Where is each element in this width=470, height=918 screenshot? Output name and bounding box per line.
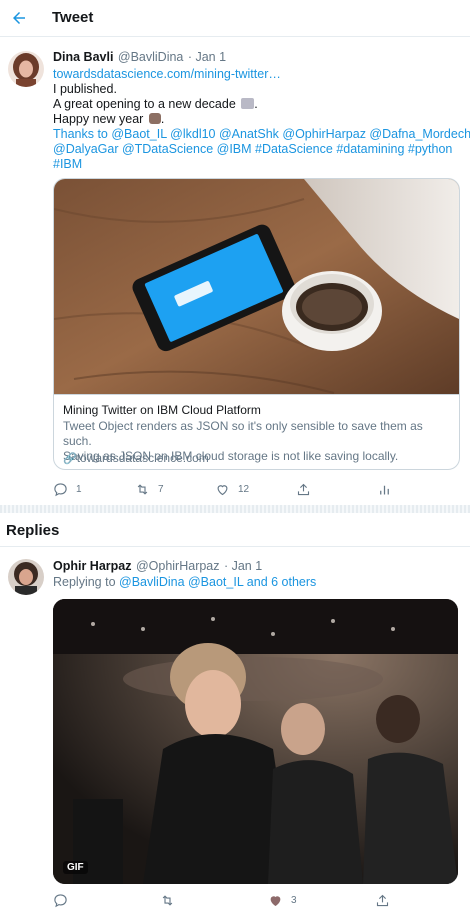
card-divider (54, 394, 459, 395)
heart-icon (217, 485, 228, 496)
share-icon (297, 483, 310, 496)
retweet-count: 7 (158, 484, 164, 495)
mentions-line[interactable]: @DalyaGar @TDataScience @IBM #DataScienc… (53, 142, 452, 156)
reply-date[interactable]: · Jan 1 (224, 559, 262, 573)
author-handle[interactable]: @BavliDina (118, 50, 184, 64)
card-description-line: Tweet Object renders as JSON so it's onl… (63, 419, 423, 448)
share-button[interactable] (296, 482, 311, 497)
reply-icon (54, 894, 67, 908)
link-icon: 🔗 (63, 453, 77, 465)
heart-icon (270, 896, 281, 907)
retweet-button[interactable] (160, 893, 175, 908)
header-divider (0, 36, 470, 37)
page-title: Tweet (52, 9, 94, 26)
gif-image (53, 599, 458, 884)
gif-media[interactable]: GIF (53, 599, 458, 884)
tweet-mentions-1: Thanks to @Baot_IL @lkdl10 @AnatShk @Oph… (53, 127, 470, 142)
hashtag-ibm[interactable]: #IBM (53, 157, 453, 172)
tweet-line-text: A great opening to a new decade (53, 97, 236, 111)
like-count: 3 (291, 895, 297, 906)
replies-heading: Replies (6, 522, 60, 539)
author-name[interactable]: Ophir Harpaz (53, 559, 132, 573)
tweet-text: towardsdatascience.com/mining-twitter… I… (53, 67, 470, 172)
tweet-line-with-emoji: A great opening to a new decade . (53, 97, 258, 111)
analytics-icon (380, 485, 389, 495)
retweet-icon (162, 895, 173, 906)
card-domain-text: towardsdatascience.com (76, 451, 209, 465)
replies-divider (0, 546, 470, 547)
link-card[interactable]: Mining Twitter on IBM Cloud Platform Twe… (53, 178, 460, 470)
author-handle[interactable]: @OphirHarpaz (136, 559, 220, 573)
like-count: 12 (238, 484, 250, 495)
tweet-mentions-2: @DalyaGar @TDataScience @IBM #DataScienc… (53, 142, 453, 157)
tweet-header: Dina Bavli @BavliDina · Jan 1 (53, 48, 226, 66)
gif-badge: GIF (63, 861, 88, 874)
share-button[interactable] (375, 893, 390, 908)
avatar[interactable] (8, 51, 44, 87)
replying-to: Replying to @BavliDina @Baot_IL and 6 ot… (53, 575, 316, 589)
like-button[interactable]: 3 (268, 893, 297, 908)
reply-icon (54, 483, 67, 497)
emoji-icon (241, 98, 255, 109)
emoji-icon (148, 113, 161, 124)
tweet-link[interactable]: towardsdatascience.com/mining-twitter… (53, 67, 453, 82)
replying-to-label: Replying to (53, 575, 116, 589)
tweet-line-with-emoji: Happy new year . (53, 112, 165, 126)
back-arrow-icon[interactable] (10, 9, 28, 27)
retweet-button[interactable]: 7 (135, 482, 164, 497)
share-icon (376, 894, 389, 907)
analytics-button[interactable] (377, 482, 392, 497)
tweet-line: I published. (53, 82, 117, 96)
tweet-date[interactable]: · Jan 1 (188, 50, 226, 64)
reply-count: 1 (76, 484, 82, 495)
reply-button[interactable] (53, 893, 68, 908)
section-divider (0, 505, 470, 513)
card-title: Mining Twitter on IBM Cloud Platform (63, 403, 261, 417)
tweet-line-text: Happy new year (53, 112, 144, 126)
author-name[interactable]: Dina Bavli (53, 50, 113, 64)
reply-header: Ophir Harpaz @OphirHarpaz · Jan 1 (53, 557, 262, 575)
card-image (54, 179, 459, 394)
replying-to-users[interactable]: @BavliDina @Baot_IL and 6 others (119, 575, 316, 589)
avatar[interactable] (8, 559, 44, 595)
retweet-icon (137, 484, 148, 495)
card-domain: 🔗towardsdatascience.com (63, 451, 209, 465)
mentions-line[interactable]: Thanks to @Baot_IL @lkdl10 @AnatShk @Oph… (53, 127, 470, 141)
like-button[interactable]: 12 (215, 482, 249, 497)
reply-button[interactable]: 1 (53, 482, 82, 497)
